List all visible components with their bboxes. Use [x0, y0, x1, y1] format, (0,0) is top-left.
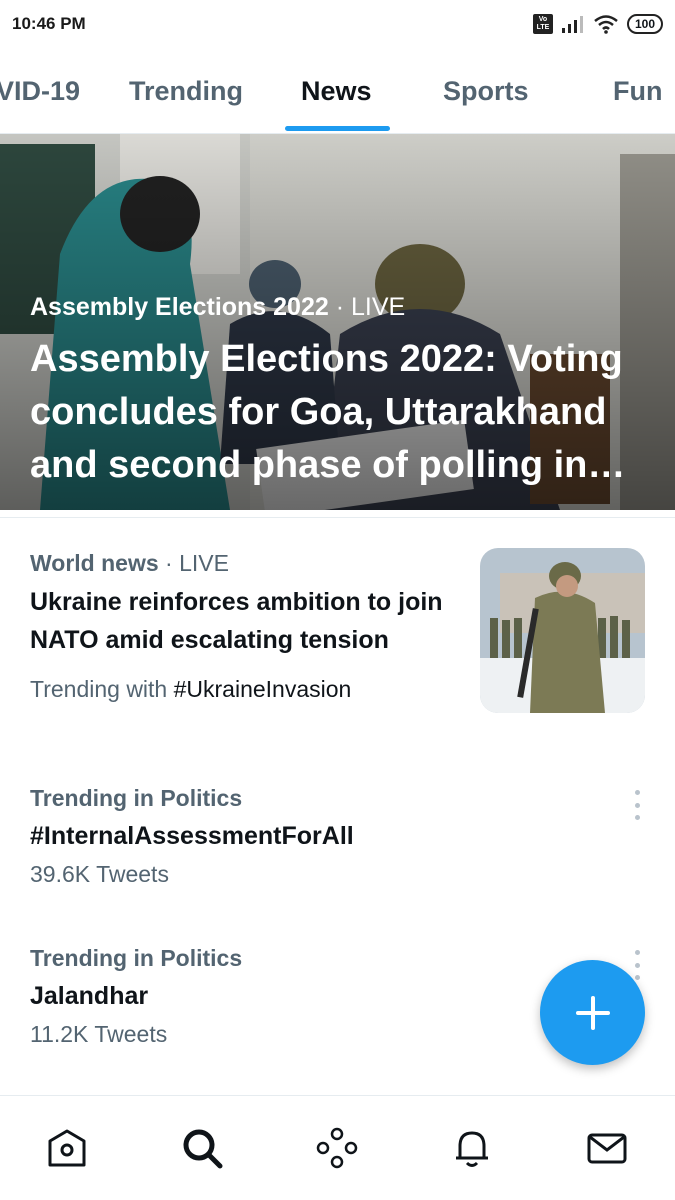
trend-item[interactable]: Trending in Politics Jalandhar 11.2K Twe… — [30, 940, 630, 1052]
status-icons: Vo LTE 100 — [532, 14, 663, 34]
tab-news[interactable]: News — [301, 56, 372, 126]
trend-count: 39.6K Tweets — [30, 861, 169, 887]
bottom-navigation — [0, 1095, 675, 1200]
news-thumbnail[interactable] — [480, 548, 645, 713]
news-item-ukraine[interactable]: World news · LIVE Ukraine reinforces amb… — [30, 545, 450, 707]
plus-icon — [575, 995, 610, 1030]
trend-name: #InternalAssessmentForAll — [30, 822, 354, 850]
battery-indicator: 100 — [626, 14, 663, 34]
news-meta: World news · LIVE — [30, 545, 450, 581]
meta-separator: · — [328, 293, 351, 321]
divider — [0, 517, 675, 518]
tab-fun[interactable]: Fun — [613, 56, 662, 126]
trending-with-label: Trending with — [30, 676, 174, 702]
more-options-icon[interactable] — [627, 790, 647, 820]
hero-meta: Assembly Elections 2022 · LIVE — [30, 289, 650, 325]
live-label: LIVE — [179, 550, 229, 576]
status-bar: 10:46 PM Vo LTE 100 — [0, 0, 675, 48]
tab-covid[interactable]: VID-19 — [0, 56, 80, 126]
home-icon[interactable] — [45, 1126, 89, 1170]
trend-category: Trending in Politics — [30, 785, 243, 811]
volte-icon: Vo LTE — [532, 14, 553, 34]
explore-tabs: VID-19 Trending News Sports Fun — [0, 56, 675, 134]
hero-news-card[interactable]: Assembly Elections 2022 · LIVE Assembly … — [0, 134, 675, 510]
trend-category: Trending in Politics — [30, 945, 243, 971]
hero-headline: Assembly Elections 2022: Voting conclude… — [30, 338, 623, 486]
messages-icon[interactable] — [585, 1126, 629, 1170]
hero-text: Assembly Elections 2022 · LIVE Assembly … — [30, 289, 650, 492]
search-icon[interactable] — [180, 1126, 224, 1170]
wifi-icon — [594, 15, 618, 34]
live-label: LIVE — [351, 293, 406, 321]
active-tab-indicator — [285, 126, 390, 131]
meta-separator: · — [158, 550, 180, 576]
news-category: World news — [30, 550, 159, 576]
signal-icon — [561, 16, 583, 33]
trend-item[interactable]: Trending in Politics #InternalAssessment… — [30, 780, 630, 892]
news-headline: Ukraine reinforces ambition to join NATO… — [30, 588, 443, 654]
trending-with: Trending with #UkraineInvasion — [30, 671, 450, 707]
notifications-icon[interactable] — [450, 1126, 494, 1170]
hashtag-link[interactable]: #UkraineInvasion — [174, 676, 352, 702]
spaces-icon[interactable] — [315, 1126, 359, 1170]
status-time: 10:46 PM — [12, 14, 86, 33]
compose-tweet-button[interactable] — [540, 960, 645, 1065]
hero-category: Assembly Elections 2022 — [30, 293, 329, 321]
soldiers-image — [480, 548, 645, 713]
tab-sports[interactable]: Sports — [443, 56, 529, 126]
tab-trending[interactable]: Trending — [129, 56, 243, 126]
